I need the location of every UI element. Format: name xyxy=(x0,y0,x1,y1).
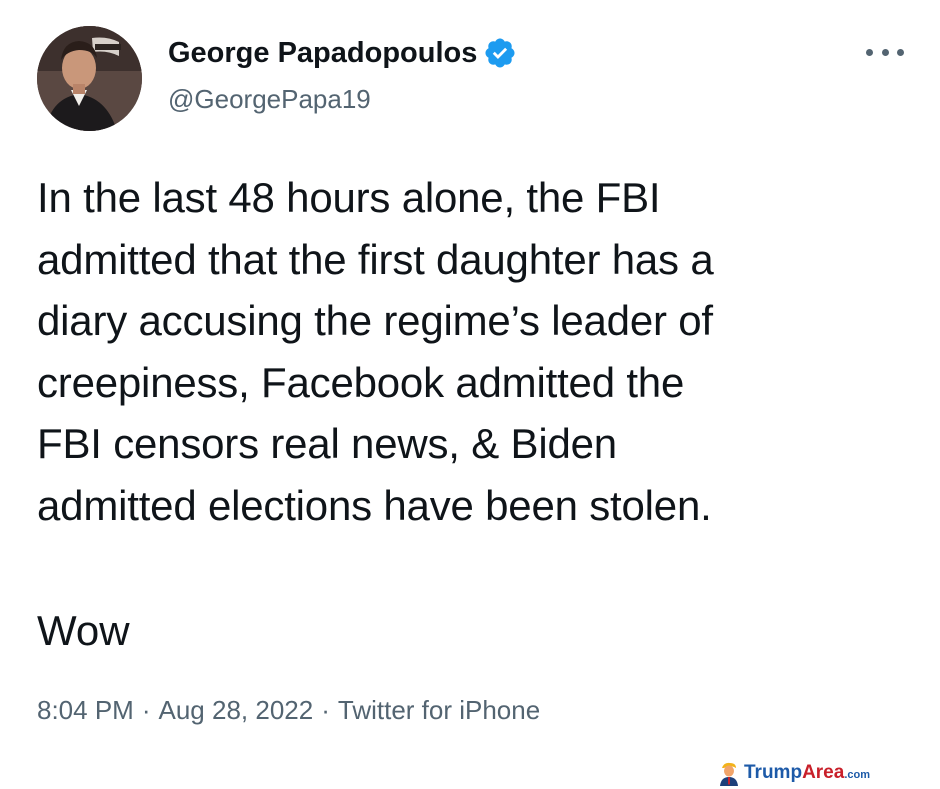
tweet-time[interactable]: 8:04 PM xyxy=(37,695,134,725)
more-dot xyxy=(897,48,904,56)
meta-separator: · xyxy=(141,695,151,725)
tweet-text-line: FBI censors real news, & Biden xyxy=(37,420,617,467)
tweet-text-line: admitted elections have been stolen. xyxy=(37,481,712,529)
more-options-icon[interactable] xyxy=(866,42,904,62)
tweet-text-line: admitted that the first daughter has a xyxy=(37,235,714,283)
tweet-date[interactable]: Aug 28, 2022 xyxy=(159,695,314,725)
verified-badge-icon xyxy=(483,36,517,70)
tweet-text-line: In the last 48 hours alone, the FBI xyxy=(37,174,661,221)
watermark-brand-suffix: .com xyxy=(844,769,870,781)
more-dot xyxy=(866,48,873,56)
tweet-closing-text: Wow xyxy=(37,607,130,654)
more-dot xyxy=(881,48,889,56)
tweet-card: George Papadopoulos @GeorgePapa19 In the… xyxy=(0,0,940,789)
author-handle[interactable]: @GeorgePapa19 xyxy=(168,84,371,115)
watermark-brand-part2: Area xyxy=(802,762,845,783)
watermark-brand: TrumpArea.com xyxy=(744,762,870,784)
watermark-brand-part1: Trump xyxy=(744,762,803,783)
author-display-name[interactable]: George Papadopoulos xyxy=(168,36,517,70)
avatar[interactable] xyxy=(37,26,142,131)
trump-figure-icon xyxy=(720,762,738,786)
tweet-text: In the last 48 hours alone, the FBI admi… xyxy=(37,167,917,536)
tweet-text-line: creepiness, Facebook admitted the xyxy=(37,358,685,406)
author-name-text[interactable]: George Papadopoulos xyxy=(168,37,477,70)
meta-separator: · xyxy=(321,695,330,725)
tweet-metadata: 8:04 PM · Aug 28, 2022 · Twitter for iPhone xyxy=(37,695,540,726)
watermark-logo: TrumpArea.com xyxy=(718,758,870,788)
tweet-source: Twitter for iPhone xyxy=(337,695,541,725)
tweet-text-line: diary accusing the regime’s leader of xyxy=(37,297,713,344)
